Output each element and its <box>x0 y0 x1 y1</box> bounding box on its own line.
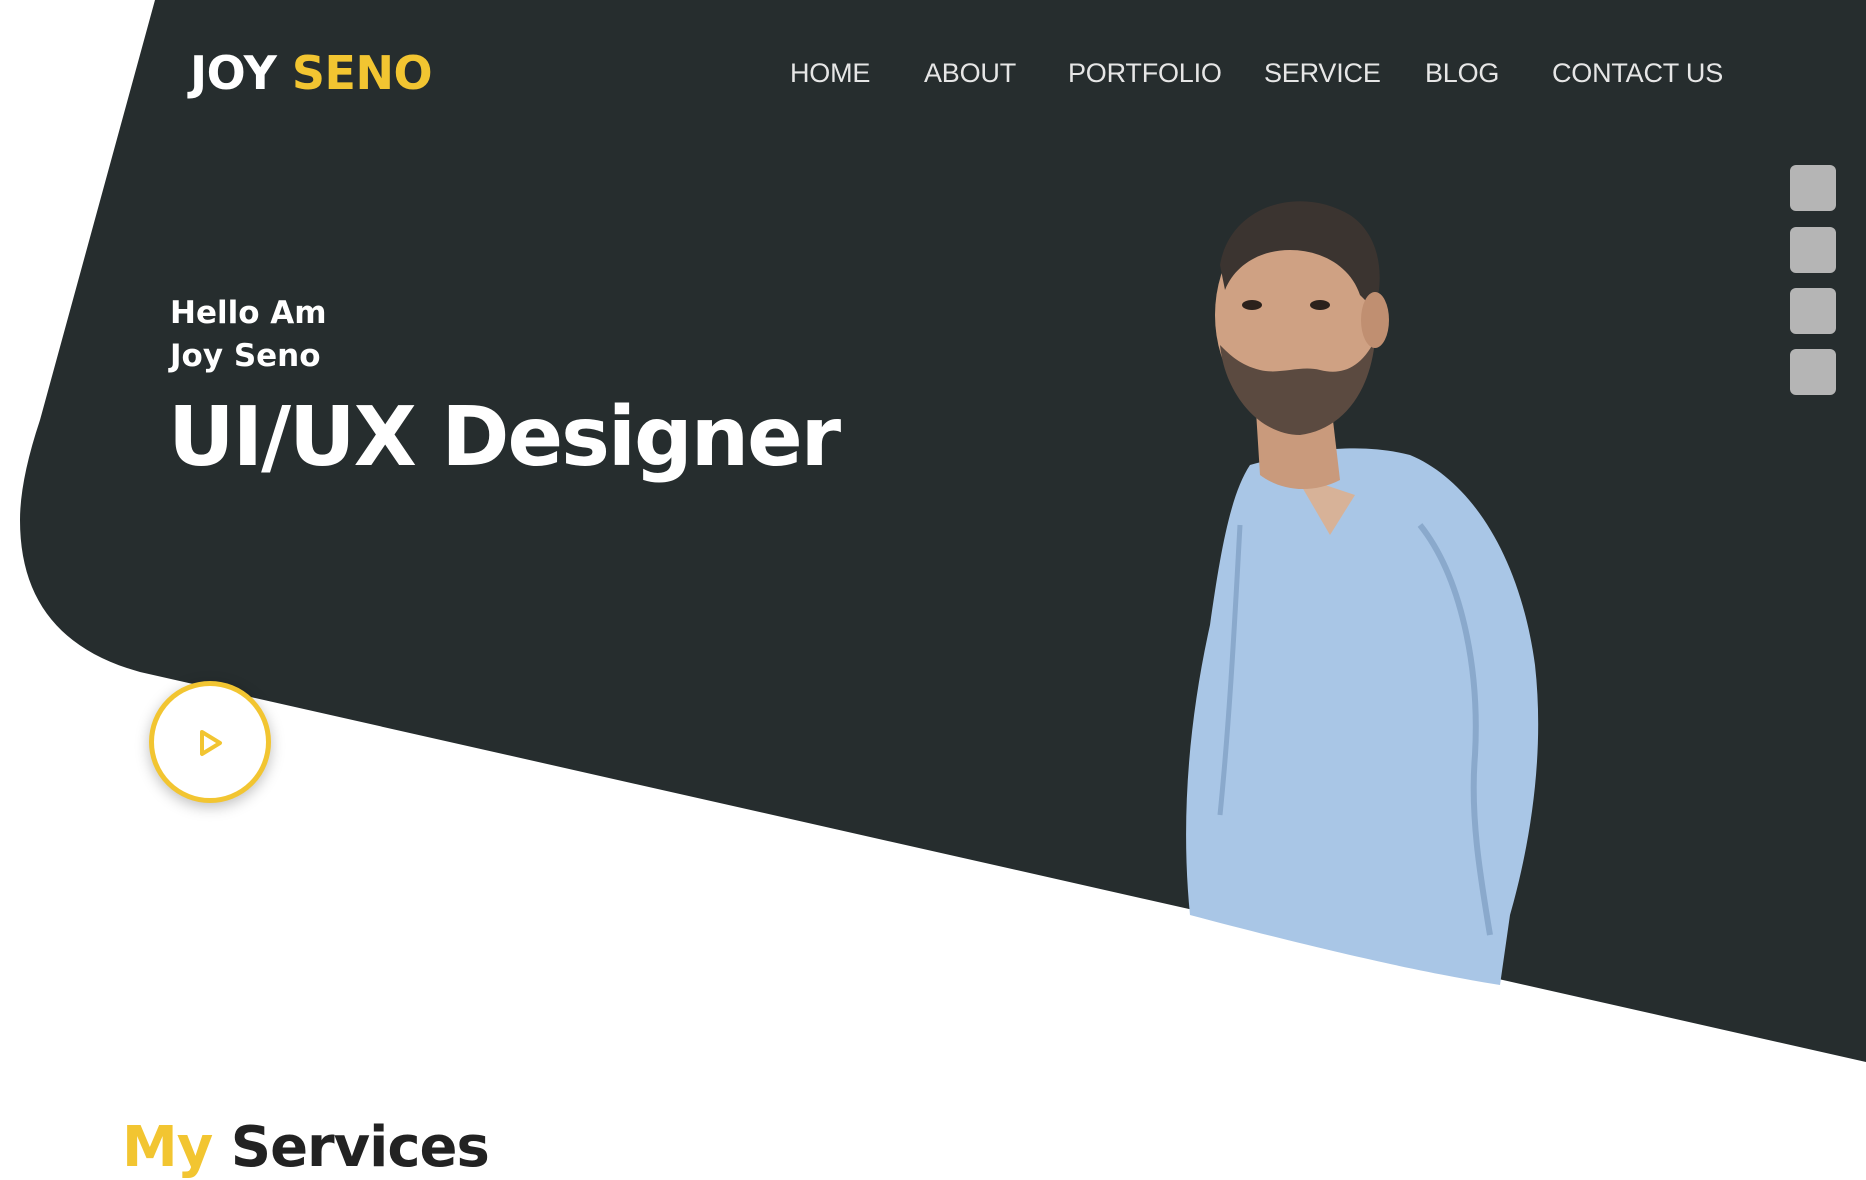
side-nav-dot-1[interactable] <box>1790 165 1836 211</box>
services-title-accent: My <box>122 1115 213 1180</box>
nav-service[interactable]: SERVICE <box>1264 58 1381 89</box>
nav-contact-us[interactable]: CONTACT US <box>1552 58 1723 89</box>
nav-blog[interactable]: BLOG <box>1425 58 1499 89</box>
portrait-photo <box>1186 201 1539 985</box>
nav-portfolio[interactable]: PORTFOLIO <box>1068 58 1222 89</box>
hero-greeting: Hello Am Joy Seno <box>170 292 327 378</box>
side-nav-dot-4[interactable] <box>1790 349 1836 395</box>
nav-about[interactable]: ABOUT <box>924 58 1016 89</box>
hero-headline: UI/UX Designer <box>168 390 841 485</box>
nav-home[interactable]: HOME <box>790 58 870 89</box>
brand-first-name: JOY <box>190 46 277 100</box>
side-nav-dot-3[interactable] <box>1790 288 1836 334</box>
brand-logo[interactable]: JOY SENO <box>190 46 433 100</box>
side-nav-dot-2[interactable] <box>1790 227 1836 273</box>
greeting-line-1: Hello Am <box>170 295 327 331</box>
play-icon <box>200 730 222 756</box>
play-video-button[interactable] <box>149 681 271 803</box>
brand-last-name: SENO <box>291 46 433 100</box>
services-title-main: Services <box>230 1115 490 1180</box>
services-title: My Services <box>122 1115 490 1180</box>
greeting-line-2: Joy Seno <box>170 338 321 374</box>
hero-background <box>20 0 1866 1062</box>
